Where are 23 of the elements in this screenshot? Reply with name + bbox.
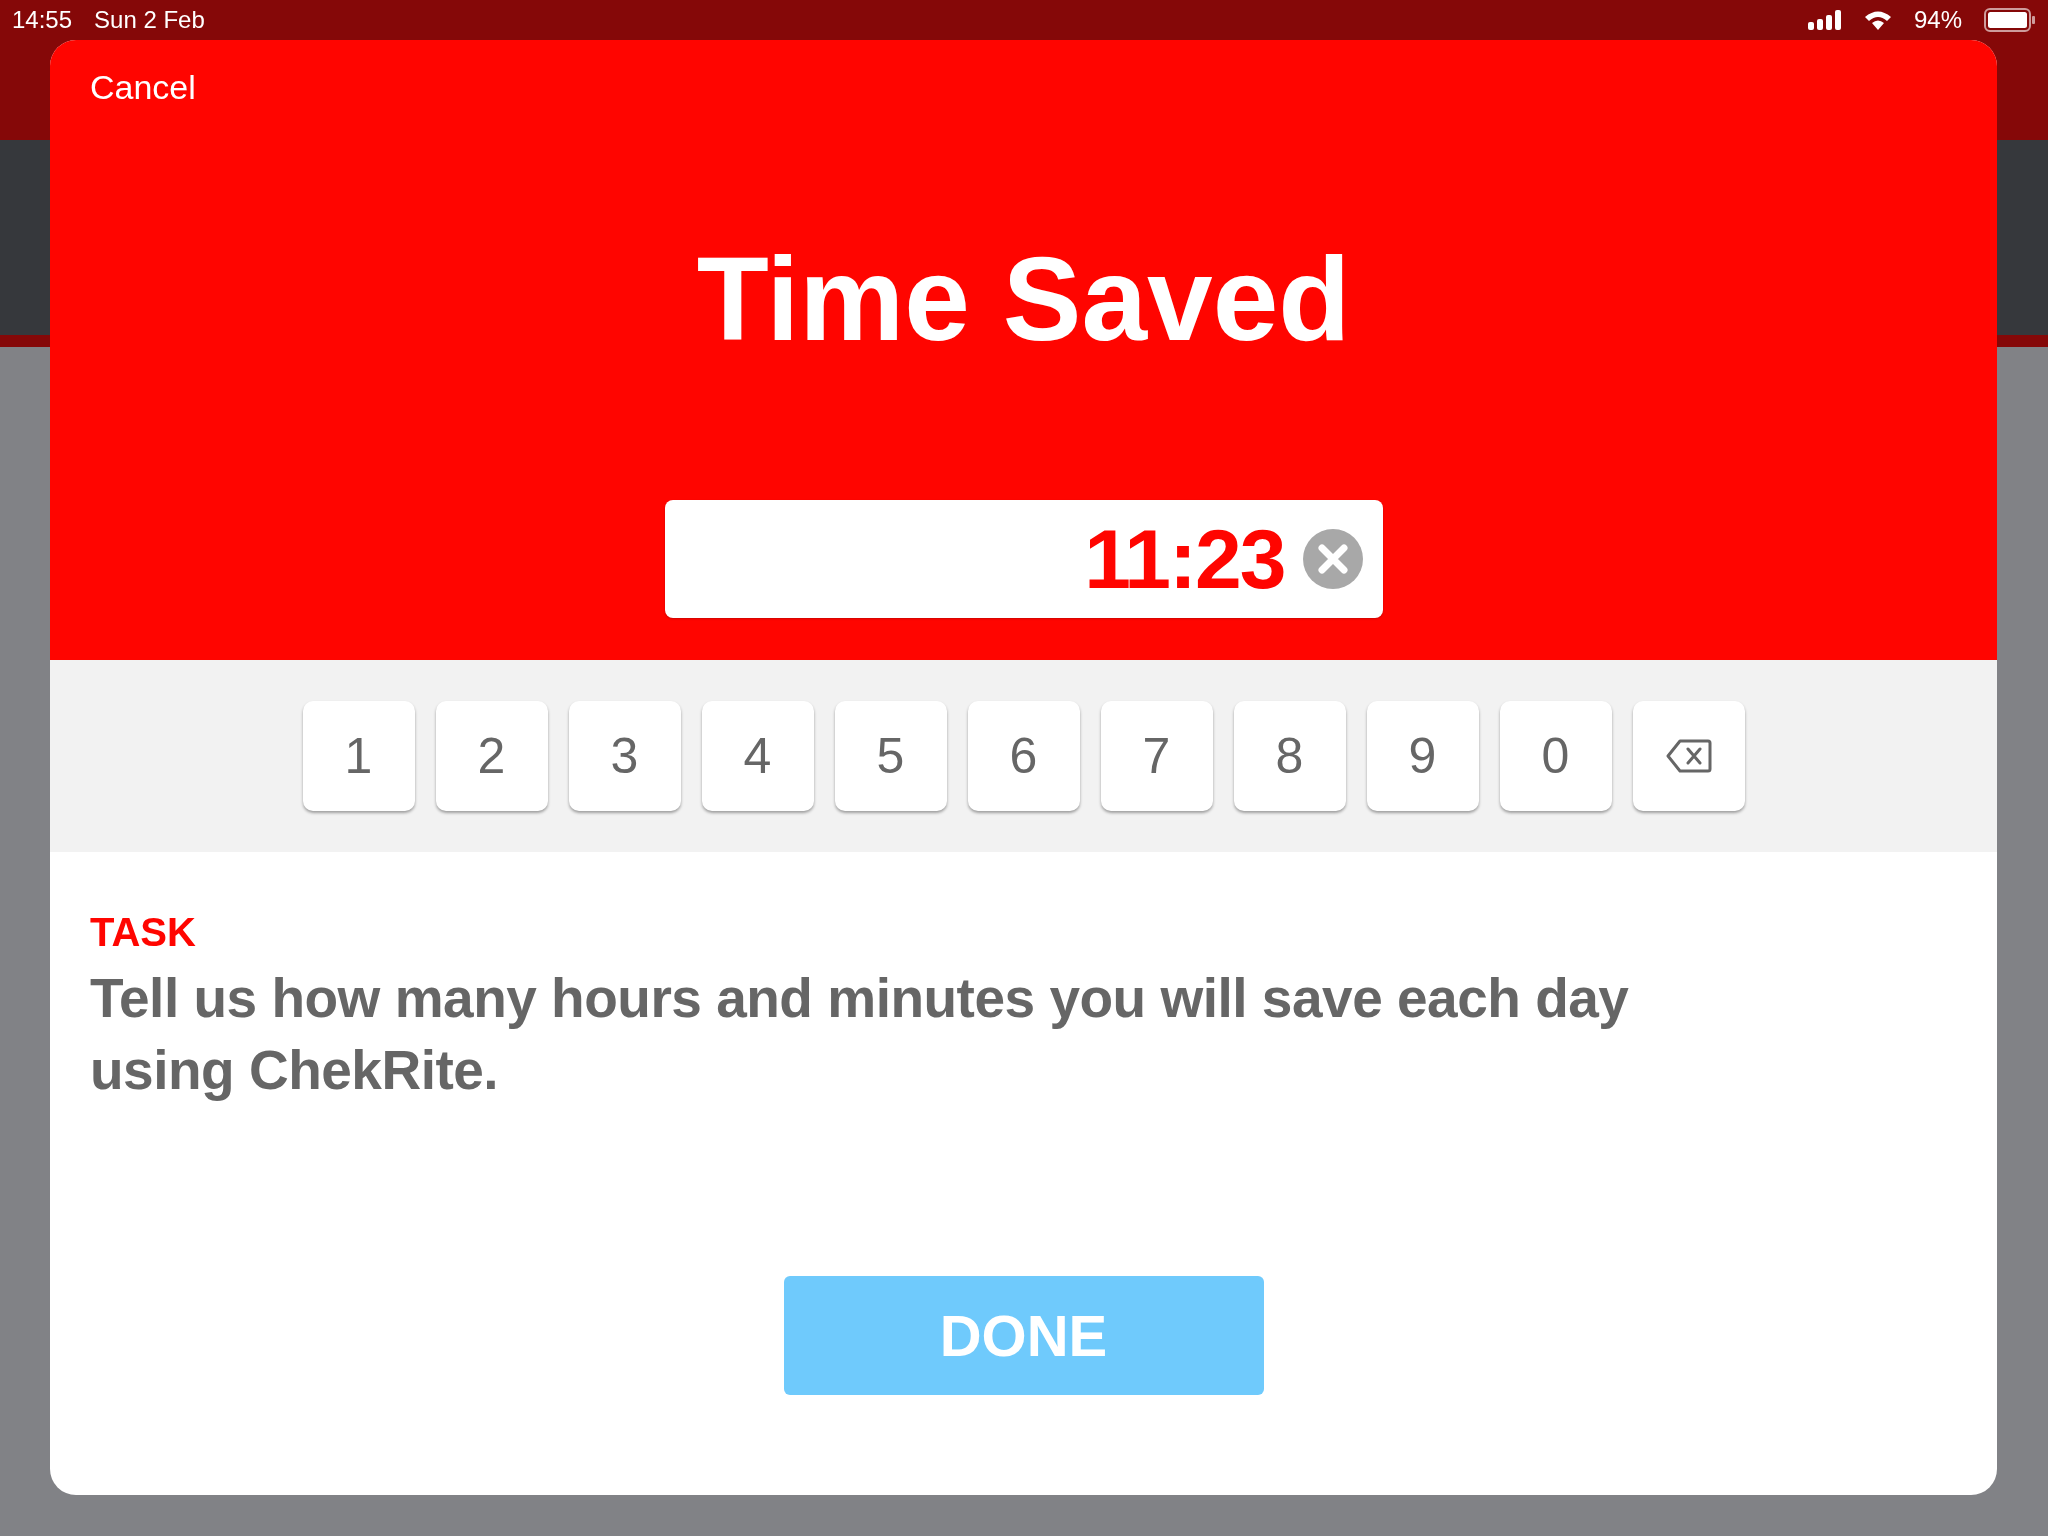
backspace-key[interactable] [1632, 701, 1745, 811]
digit-key[interactable]: 7 [1100, 701, 1213, 811]
digit-key[interactable]: 5 [834, 701, 947, 811]
digit-key[interactable]: 3 [568, 701, 681, 811]
digit-key[interactable]: 0 [1499, 701, 1612, 811]
time-field[interactable]: 11:23 [664, 500, 1383, 618]
battery-icon [1984, 8, 2036, 32]
task-label: TASK [90, 910, 197, 954]
backspace-icon [1665, 739, 1712, 773]
status-date: Sun 2 Feb [94, 6, 205, 34]
modal-title: Time Saved [696, 240, 1351, 358]
battery-percent: 94% [1913, 6, 1962, 34]
digit-key[interactable]: 9 [1366, 701, 1479, 811]
task-text: Tell us how many hours and minutes you will save each day using ChekRite. [90, 966, 1630, 1103]
digit-key[interactable]: 1 [302, 701, 415, 811]
digit-key[interactable]: 6 [967, 701, 1080, 811]
digit-key[interactable]: 4 [701, 701, 814, 811]
digit-key[interactable]: 2 [435, 701, 548, 811]
status-time: 14:55 [12, 6, 73, 34]
wifi-icon [1863, 10, 1892, 30]
signal-icon [1807, 10, 1842, 30]
cancel-button[interactable]: Cancel [90, 68, 196, 107]
digit-key[interactable]: 8 [1233, 701, 1346, 811]
